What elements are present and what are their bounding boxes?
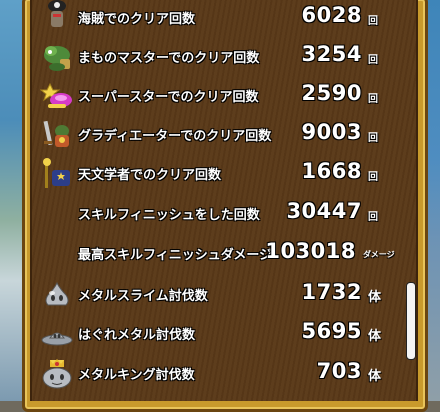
- metal-king-icon: [42, 359, 72, 389]
- stat-unit: 回: [368, 94, 378, 105]
- stat-unit: 回: [368, 133, 378, 144]
- stat-row: メタルキング討伐数 703 体: [30, 356, 400, 392]
- stat-row: スーパースターでのクリア回数 2590 回: [30, 78, 400, 114]
- stat-row: メタルスライム討伐数 1732 体: [30, 277, 400, 313]
- stat-row: まものマスターでのクリア回数 3254 回: [30, 39, 400, 75]
- stat-row: 海賊でのクリア回数 6028 回: [30, 0, 400, 36]
- stat-label: 天文学者でのクリア回数: [78, 168, 222, 183]
- stat-unit: 回: [368, 172, 378, 183]
- stat-row: はぐれメタル討伐数 5695 体: [30, 316, 400, 352]
- stat-unit: 回: [368, 212, 378, 223]
- monster-master-icon: [44, 46, 70, 71]
- stat-value: 2590: [301, 81, 362, 105]
- stat-row: 天文学者でのクリア回数 1668 回: [30, 156, 400, 192]
- stat-value: 5695: [301, 319, 362, 343]
- stat-unit: 体: [368, 329, 382, 344]
- stat-unit: 体: [368, 369, 382, 384]
- stat-label: 海賊でのクリア回数: [78, 12, 196, 27]
- stat-label: メタルキング討伐数: [78, 368, 195, 383]
- stat-label: メタルスライム討伐数: [78, 289, 208, 304]
- stat-row: 最高スキルフィニッシュダメージ 103018 ダメージ: [30, 236, 400, 272]
- metal-slime-icon: [45, 281, 69, 306]
- stat-value: 30447: [286, 199, 362, 223]
- stat-label: 最高スキルフィニッシュダメージ: [78, 248, 273, 263]
- stat-row: グラディエーターでのクリア回数 9003 回: [30, 117, 400, 153]
- stat-label: スーパースターでのクリア回数: [78, 90, 259, 105]
- stat-label: まものマスターでのクリア回数: [78, 51, 260, 66]
- stat-label: グラディエーターでのクリア回数: [78, 129, 272, 144]
- stat-label: はぐれメタル討伐数: [78, 328, 196, 343]
- astronomer-icon: [43, 158, 70, 188]
- stat-value: 3254: [301, 42, 362, 66]
- pirate-icon: [48, 0, 66, 27]
- stat-unit: ダメージ: [363, 250, 395, 259]
- gladiator-icon: [43, 120, 69, 147]
- stat-unit: 回: [368, 16, 378, 27]
- stat-unit: 体: [368, 290, 382, 305]
- liquid-metal-slime-icon: [41, 332, 73, 346]
- stat-value: 6028: [301, 3, 362, 27]
- scrollbar-thumb[interactable]: [406, 282, 416, 360]
- stat-value: 103018: [265, 239, 356, 263]
- stat-value: 703: [316, 359, 362, 383]
- stat-value: 9003: [301, 120, 362, 144]
- superstar-icon: [40, 82, 72, 108]
- scrollbar[interactable]: [403, 0, 416, 401]
- stat-row: スキルフィニッシュをした回数 30447 回: [30, 196, 400, 232]
- stat-value: 1668: [301, 159, 362, 183]
- stat-unit: 回: [368, 55, 378, 66]
- stat-value: 1732: [301, 280, 362, 304]
- stat-label: スキルフィニッシュをした回数: [78, 208, 260, 223]
